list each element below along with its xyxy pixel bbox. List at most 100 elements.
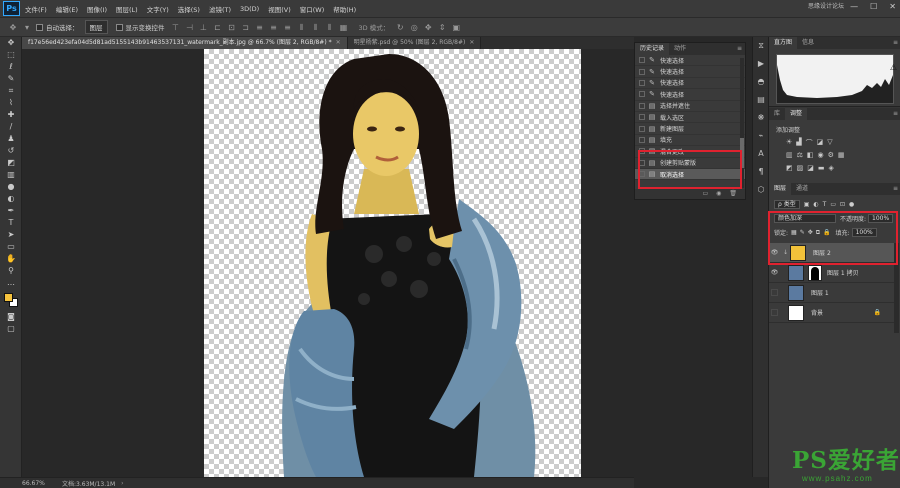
layer-row[interactable]: 图层 1 [769, 283, 897, 303]
history-scroll-thumb[interactable] [740, 138, 744, 168]
adjustments-icon[interactable]: ◓ [753, 73, 769, 91]
history-source-checkbox[interactable] [639, 125, 645, 132]
align-top-icon[interactable]: ⊤ [171, 23, 181, 32]
history-item[interactable]: ▤ 新建图层 [635, 123, 745, 135]
menu-layer[interactable]: 图层(L) [116, 4, 138, 14]
history-source-checkbox[interactable] [639, 57, 645, 64]
blend-mode-dropdown[interactable]: 颜色加深 [774, 214, 836, 223]
visibility-toggle[interactable] [771, 309, 778, 316]
color-balance-icon[interactable]: ⚖ [797, 151, 803, 159]
menu-file[interactable]: 文件(F) [25, 4, 47, 14]
eyedropper-tool-icon[interactable]: ⌇ [0, 97, 22, 109]
filter-shape-icon[interactable]: ▭ [830, 201, 836, 208]
eye-visibility-icon[interactable]: 👁 [769, 249, 780, 256]
foreground-color-swatch[interactable] [4, 293, 13, 302]
tab-actions[interactable]: 动作 [669, 43, 691, 55]
history-item[interactable]: ✎ 快速选择 [635, 78, 745, 90]
layers-scrollbar[interactable] [894, 243, 899, 333]
invert-icon[interactable]: ◩ [786, 164, 793, 172]
history-brush-tool-icon[interactable]: ↺ [0, 145, 22, 157]
character-icon[interactable]: A [753, 145, 769, 163]
menu-help[interactable]: 帮助(H) [333, 4, 356, 14]
3d-icon[interactable]: ⬡ [753, 181, 769, 199]
levels-icon[interactable]: ▟ [796, 138, 801, 148]
eraser-tool-icon[interactable]: ◩ [0, 157, 22, 169]
menu-window[interactable]: 窗口(W) [300, 4, 325, 14]
threshold-icon[interactable]: ◪ [807, 164, 814, 172]
gradient-map-icon[interactable]: ▬ [818, 164, 825, 172]
new-document-from-state-icon[interactable]: ▭ [702, 189, 708, 199]
brush-settings-icon[interactable]: ❋ [753, 109, 769, 127]
close-tab-icon[interactable]: ✕ [336, 39, 341, 46]
history-source-checkbox[interactable] [639, 114, 645, 121]
eye-visibility-icon[interactable]: 👁 [769, 269, 780, 276]
history-item[interactable]: ✎ 快速选择 [635, 55, 745, 67]
history-item[interactable]: ▤ 取消选择 [635, 168, 745, 181]
history-item[interactable]: ▤ 混合更改 [635, 146, 745, 158]
quick-mask-icon[interactable]: ◙ [0, 311, 22, 323]
history-scrollbar[interactable] [740, 58, 744, 188]
menu-image[interactable]: 图像(I) [87, 4, 107, 14]
channel-mixer-icon[interactable]: ⚙ [828, 151, 834, 159]
tab-channels[interactable]: 通道 [791, 183, 813, 195]
gradient-tool-icon[interactable]: ▥ [0, 169, 22, 181]
minimize-button[interactable]: — [850, 2, 858, 11]
chevron-right-icon[interactable]: › [121, 480, 123, 487]
zoom-tool-icon[interactable]: ⚲ [0, 265, 22, 277]
tab-libraries[interactable]: 库 [769, 108, 785, 120]
tab-layers[interactable]: 图层 [769, 183, 792, 195]
menu-view[interactable]: 视图(V) [268, 4, 291, 14]
history-panel-icon[interactable]: ⧖ [753, 37, 769, 55]
layer-row[interactable]: 背景 🔒 [769, 303, 897, 323]
lock-all-icon[interactable]: 🔒 [823, 229, 830, 236]
properties-icon[interactable]: ▤ [753, 91, 769, 109]
layer-row[interactable]: 👁 图层 1 拷贝 [769, 263, 897, 283]
healing-brush-tool-icon[interactable]: ✚ [0, 109, 22, 121]
tab-history[interactable]: 历史记录 [635, 43, 670, 55]
lock-position-icon[interactable]: ✥ [808, 229, 813, 236]
history-source-checkbox[interactable] [639, 79, 645, 86]
move-tool-icon[interactable]: ✥ [0, 37, 22, 49]
panel-menu-icon[interactable]: ≡ [893, 185, 898, 192]
history-source-checkbox[interactable] [639, 148, 645, 155]
selective-color-icon[interactable]: ◈ [829, 164, 834, 172]
menu-edit[interactable]: 编辑(E) [56, 4, 78, 14]
opacity-input[interactable]: 100% [868, 214, 894, 223]
path-select-tool-icon[interactable]: ➤ [0, 229, 22, 241]
history-item[interactable]: ✎ 快速选择 [635, 89, 745, 101]
align-center-icon[interactable]: ⊡ [227, 23, 237, 32]
fill-input[interactable]: 100% [851, 228, 877, 237]
black-white-icon[interactable]: ◧ [807, 151, 814, 159]
scale-3d-icon[interactable]: ▣ [451, 23, 461, 32]
tab-adjustments[interactable]: 调整 [785, 108, 808, 120]
hue-saturation-icon[interactable]: ▥ [786, 151, 793, 159]
history-item[interactable]: ▤ 选择并遮住 [635, 101, 745, 112]
history-source-checkbox[interactable] [639, 102, 645, 109]
transform-controls-checkbox[interactable] [115, 23, 123, 31]
history-item[interactable]: ▤ 填充 [635, 135, 745, 147]
align-right-icon[interactable]: ⊐ [241, 23, 251, 32]
crop-tool-icon[interactable]: ⌗ [0, 85, 22, 97]
vibrance-icon[interactable]: ▽ [827, 138, 832, 148]
auto-select-option[interactable]: 自动选择： [36, 22, 79, 32]
play-action-icon[interactable]: ▶ [753, 55, 769, 73]
hand-tool-icon[interactable]: ✋ [0, 253, 22, 265]
menu-filter[interactable]: 滤镜(T) [209, 4, 231, 14]
tab-info[interactable]: 信息 [797, 37, 819, 49]
history-source-checkbox[interactable] [639, 171, 645, 178]
lock-pixels-icon[interactable]: ✎ [800, 229, 805, 236]
clone-stamp-tool-icon[interactable]: ♟ [0, 133, 22, 145]
distribute-right-icon[interactable]: ⫴ [325, 23, 335, 32]
align-bottom-icon[interactable]: ⊥ [199, 23, 209, 32]
more-tools-icon[interactable]: … [0, 277, 22, 289]
rotate-3d-icon[interactable]: ↻ [395, 23, 405, 32]
history-source-checkbox[interactable] [639, 159, 645, 166]
visibility-toggle[interactable] [771, 289, 778, 296]
panel-menu-icon[interactable]: ≡ [893, 39, 898, 46]
snapshot-camera-icon[interactable]: ◉ [716, 189, 721, 199]
lasso-tool-icon[interactable]: ℓ [0, 61, 22, 73]
menu-3d[interactable]: 3D(D) [240, 5, 259, 13]
pen-tool-icon[interactable]: ✒ [0, 205, 22, 217]
tab-histogram[interactable]: 直方图 [769, 37, 798, 49]
filter-smart-icon[interactable]: ⊡ [840, 201, 845, 208]
